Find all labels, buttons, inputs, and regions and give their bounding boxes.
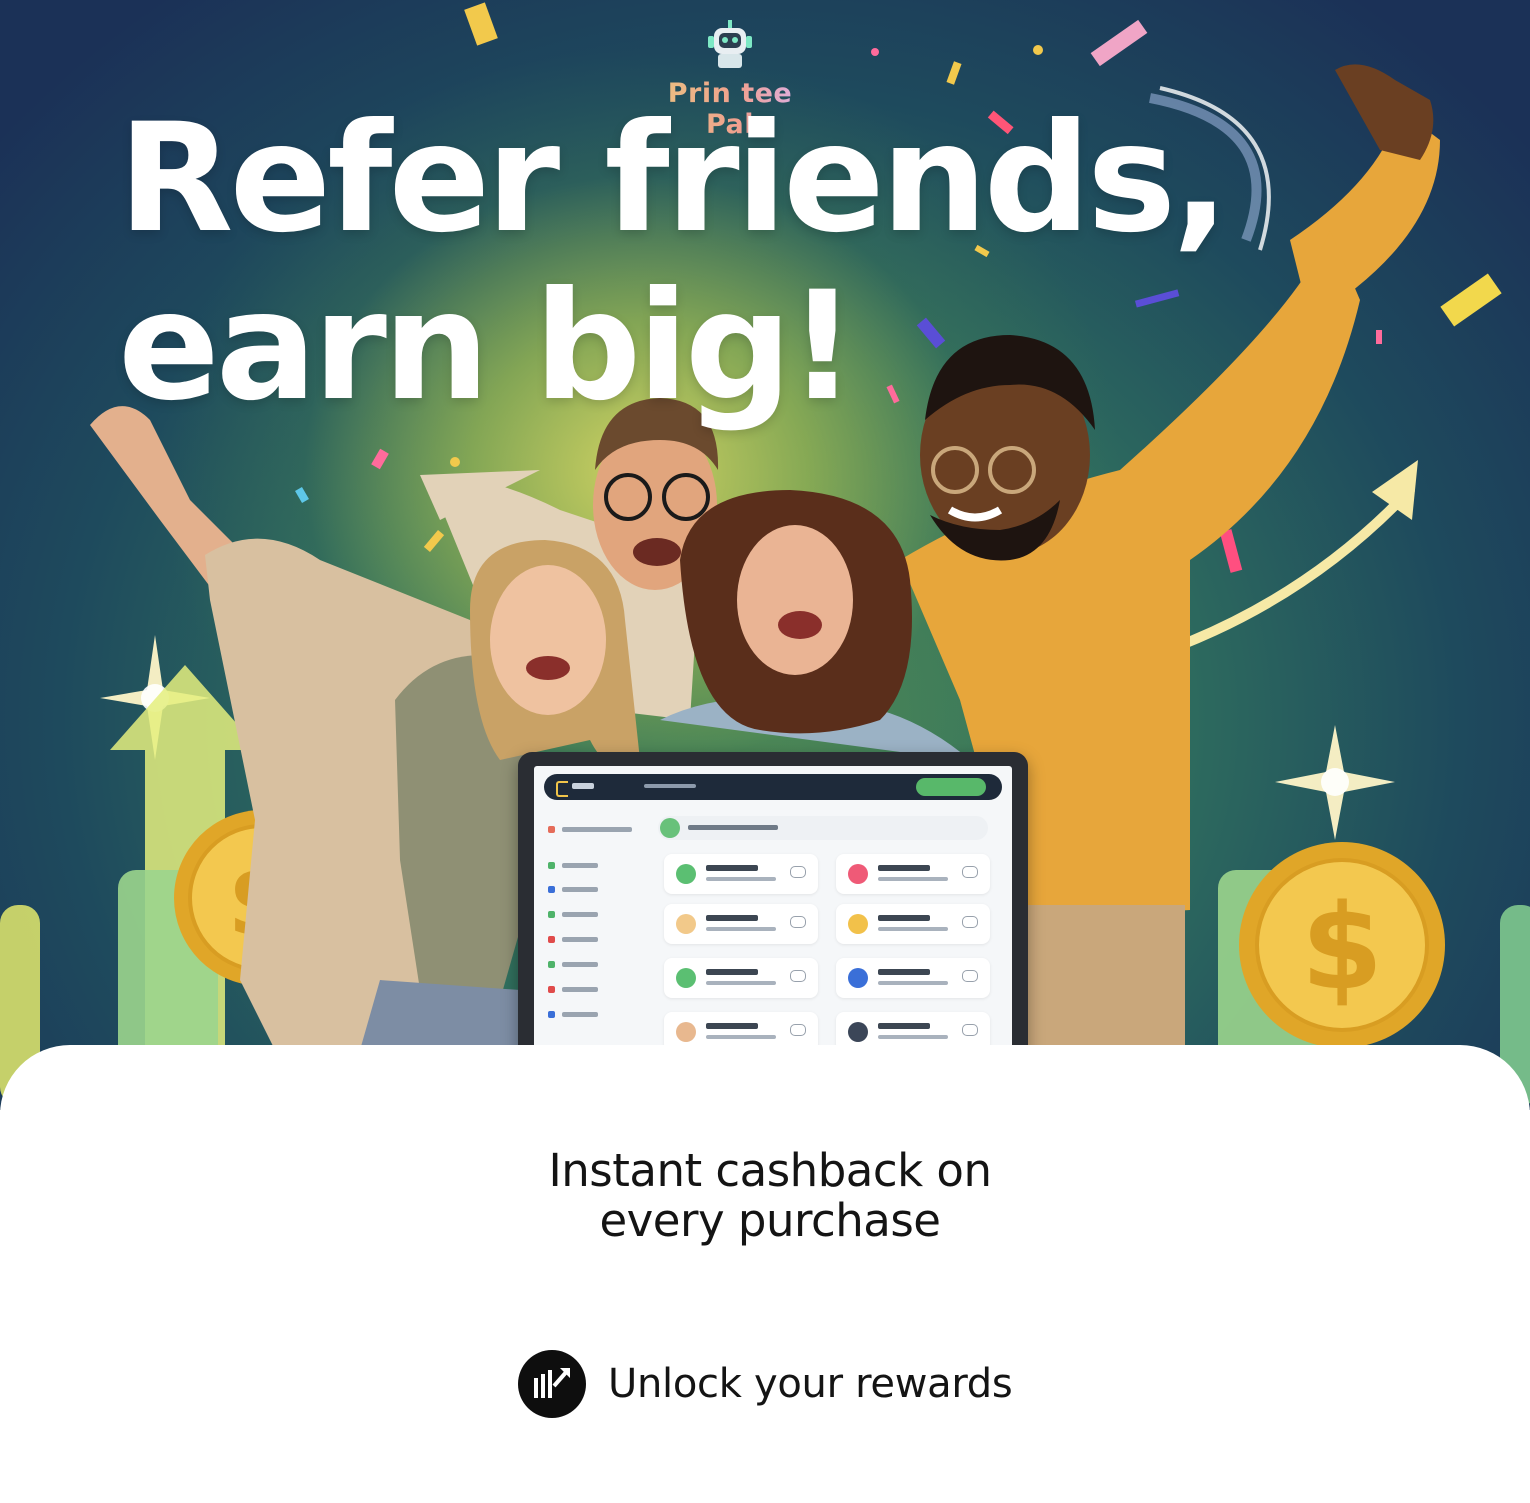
app-card	[664, 958, 818, 998]
app-action-button	[916, 778, 986, 796]
promo-page: $ $	[0, 0, 1530, 1503]
cashback-line-1: Instant cashback on	[548, 1144, 992, 1197]
app-sidebar	[544, 810, 644, 1054]
laptop-lid	[518, 752, 1028, 1064]
app-topbar	[544, 774, 1002, 800]
hero-banner: $ $	[0, 0, 1530, 1110]
app-card	[664, 904, 818, 944]
headline-line-2: earn big!	[118, 260, 857, 434]
laptop-screen	[534, 766, 1012, 1054]
robot-icon	[708, 20, 752, 68]
laptop-illustration	[458, 752, 1088, 1092]
unlock-rewards-button[interactable]: Unlock your rewards	[518, 1350, 1038, 1420]
app-header-row	[658, 816, 988, 840]
app-card	[836, 854, 990, 894]
person-curly-woman	[660, 490, 970, 760]
bottom-panel	[0, 1045, 1530, 1503]
app-card	[836, 958, 990, 998]
app-nav-placeholder	[644, 784, 696, 788]
app-title-placeholder	[572, 783, 594, 789]
app-card	[664, 854, 818, 894]
cashback-tagline: Instant cashback on every purchase	[465, 1146, 1075, 1246]
unlock-rewards-label: Unlock your rewards	[608, 1361, 1013, 1407]
app-card	[836, 904, 990, 944]
rewards-icon	[518, 1350, 586, 1418]
app-logo-icon	[556, 781, 568, 797]
headline-line-1: Refer friends,	[118, 92, 1229, 266]
headline: Refer friends, earn big!	[118, 92, 1229, 434]
cashback-line-2: every purchase	[599, 1194, 941, 1247]
